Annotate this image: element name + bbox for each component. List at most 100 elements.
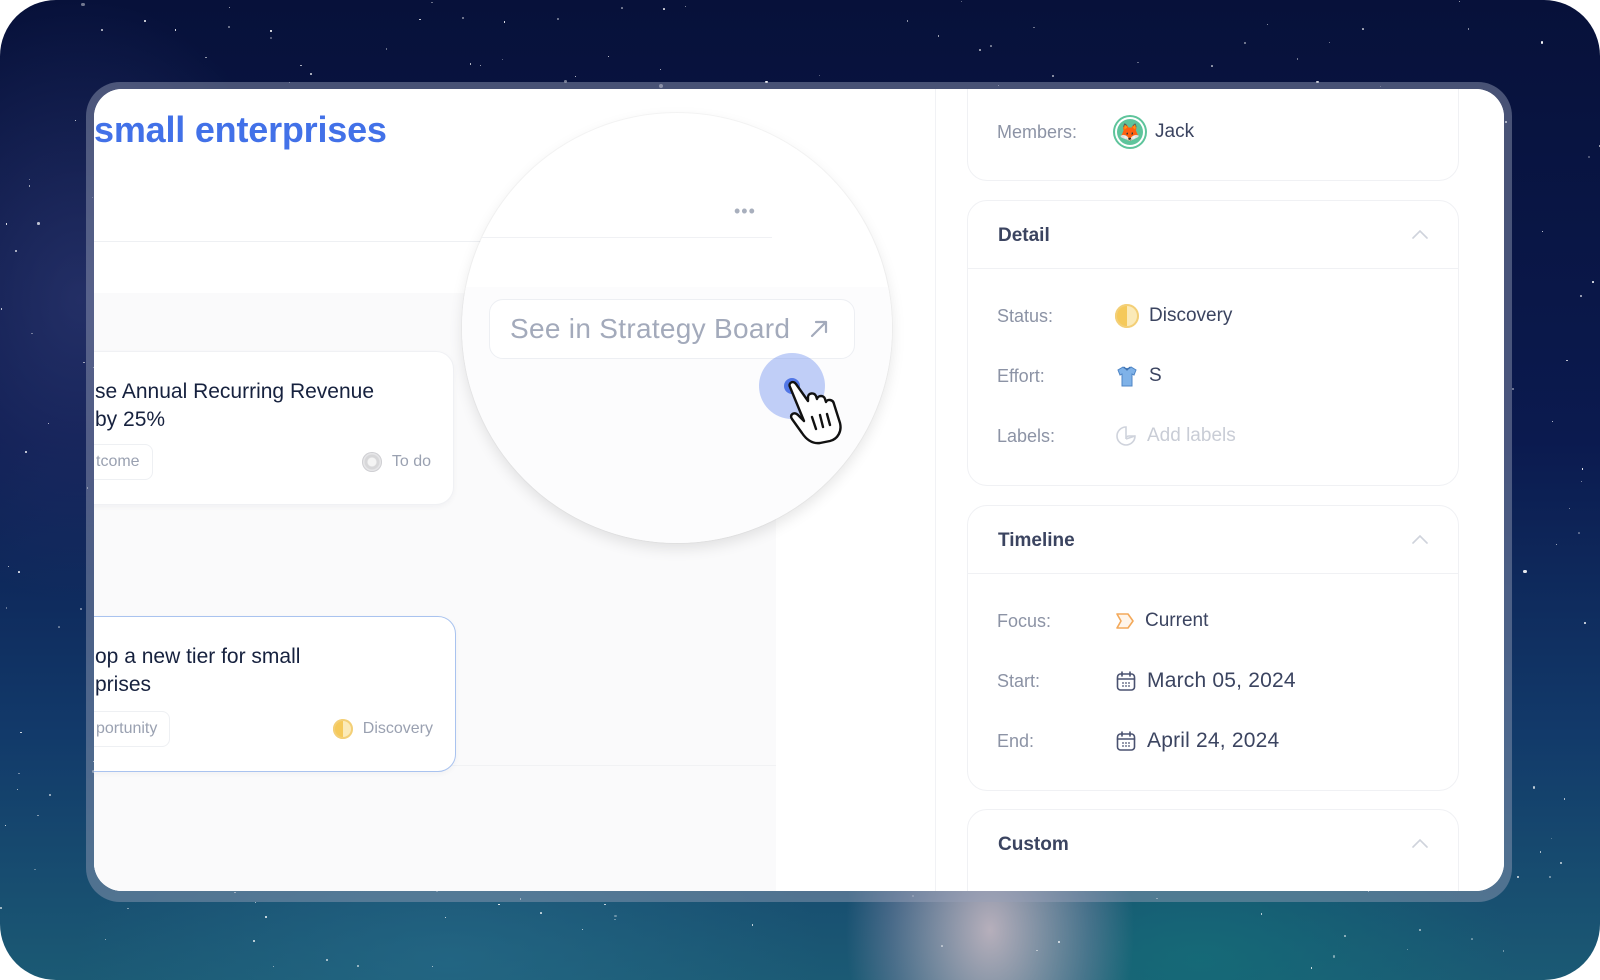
card-title-line: prises bbox=[95, 673, 152, 696]
custom-header[interactable]: Custom bbox=[968, 810, 1458, 878]
members-row: Members: 🦊 Jack bbox=[997, 117, 1194, 147]
half-moon-icon bbox=[332, 719, 353, 739]
end-label: End: bbox=[997, 730, 1035, 751]
board-card[interactable]: se Annual Recurring Revenue by 25% tcome… bbox=[94, 351, 454, 505]
chevron-up-icon[interactable] bbox=[1412, 838, 1428, 848]
star bbox=[1058, 940, 1061, 943]
start-date-field[interactable]: March 05, 2024 bbox=[1115, 669, 1296, 693]
star bbox=[1566, 359, 1568, 362]
focus-chevron-icon bbox=[1116, 613, 1134, 629]
star bbox=[663, 8, 666, 10]
star bbox=[205, 57, 207, 59]
page-title: small enterprises bbox=[94, 109, 387, 150]
custom-title: Custom bbox=[998, 834, 1069, 855]
see-in-strategy-board-button[interactable]: See in Strategy Board bbox=[489, 299, 855, 359]
star bbox=[20, 731, 22, 733]
card-status[interactable]: To do bbox=[361, 452, 431, 472]
star bbox=[254, 901, 257, 904]
card-title-line: by 25% bbox=[95, 408, 166, 431]
timeline-header[interactable]: Timeline bbox=[968, 506, 1458, 574]
chevron-up-icon[interactable] bbox=[1412, 534, 1428, 544]
star bbox=[1587, 155, 1591, 158]
start-date-text: March 05, 2024 bbox=[1147, 669, 1296, 692]
custom-section: Custom bbox=[967, 809, 1459, 891]
card-type-tag[interactable]: tcome bbox=[94, 444, 153, 480]
star bbox=[684, 5, 687, 8]
star bbox=[575, 75, 577, 77]
status-row: Status: Discovery bbox=[997, 301, 1232, 331]
members-section: Members: 🦊 Jack bbox=[967, 89, 1459, 181]
star bbox=[1407, 949, 1409, 951]
star bbox=[82, 361, 85, 364]
star bbox=[604, 903, 606, 906]
star bbox=[357, 965, 360, 967]
star bbox=[127, 907, 129, 910]
star bbox=[14, 250, 17, 253]
star bbox=[1329, 41, 1331, 43]
focus-value[interactable]: Current bbox=[1115, 610, 1208, 632]
star bbox=[1563, 798, 1566, 800]
star bbox=[1568, 507, 1570, 509]
effort-value[interactable]: S bbox=[1115, 364, 1162, 388]
star bbox=[1523, 569, 1527, 574]
star bbox=[1511, 388, 1514, 391]
end-date-field[interactable]: April 24, 2024 bbox=[1115, 729, 1279, 753]
star bbox=[960, 0, 962, 3]
board-card-selected[interactable]: op a new tier for small prises portunity… bbox=[94, 616, 456, 772]
star bbox=[385, 47, 388, 50]
star bbox=[4, 824, 6, 826]
star bbox=[818, 74, 821, 77]
start-date-row: Start: March 05, 2024 bbox=[997, 666, 1296, 696]
arrow-up-right-icon bbox=[811, 320, 828, 338]
status-label: Status: bbox=[997, 305, 1054, 326]
star bbox=[80, 2, 85, 7]
chevron-up-icon[interactable] bbox=[1412, 229, 1428, 239]
star bbox=[556, 17, 559, 20]
add-labels-button[interactable]: Add labels bbox=[1115, 425, 1236, 447]
star bbox=[5, 222, 8, 225]
star bbox=[1580, 295, 1583, 297]
star bbox=[607, 55, 610, 58]
status-value[interactable]: Discovery bbox=[1115, 304, 1232, 328]
card-status-label: Discovery bbox=[362, 720, 433, 737]
label-tag-icon bbox=[1116, 426, 1136, 446]
star bbox=[29, 179, 31, 181]
star bbox=[1344, 934, 1347, 937]
end-date-row: End: April 24, 2024 bbox=[997, 726, 1279, 756]
star bbox=[5, 607, 8, 609]
main-pane: small enterprises se Annual Recurring Re… bbox=[94, 89, 892, 891]
focus-row: Focus: Current bbox=[997, 606, 1208, 636]
star bbox=[325, 959, 328, 962]
star bbox=[1211, 65, 1213, 67]
card-status[interactable]: Discovery bbox=[332, 719, 433, 739]
star bbox=[1332, 955, 1336, 958]
star bbox=[621, 7, 623, 9]
star bbox=[270, 30, 272, 32]
star bbox=[979, 49, 981, 51]
detail-header[interactable]: Detail bbox=[968, 201, 1458, 269]
star bbox=[1458, 0, 1460, 3]
star bbox=[1541, 230, 1543, 232]
star bbox=[0, 907, 3, 910]
star bbox=[1471, 938, 1474, 941]
star bbox=[48, 794, 51, 797]
star bbox=[37, 814, 39, 817]
star bbox=[37, 222, 40, 225]
card-status-label: To do bbox=[391, 453, 431, 470]
members-label: Members: bbox=[997, 121, 1078, 142]
more-options-icon[interactable]: ••• bbox=[734, 202, 756, 220]
star bbox=[300, 64, 303, 67]
star bbox=[906, 20, 909, 22]
star bbox=[540, 911, 543, 914]
detail-title: Detail bbox=[998, 225, 1050, 246]
members-value[interactable]: 🦊 Jack bbox=[1115, 117, 1194, 147]
star bbox=[269, 36, 272, 39]
calendar-icon bbox=[1116, 731, 1136, 751]
star bbox=[1310, 967, 1313, 969]
star bbox=[1552, 421, 1554, 423]
details-side-panel: Members: 🦊 Jack Detail Status: Discovery bbox=[936, 89, 1504, 891]
app-window: small enterprises se Annual Recurring Re… bbox=[94, 89, 1504, 891]
shirt-icon bbox=[1117, 366, 1137, 387]
card-title-line: se Annual Recurring Revenue bbox=[95, 380, 375, 403]
card-type-tag[interactable]: portunity bbox=[94, 711, 171, 747]
